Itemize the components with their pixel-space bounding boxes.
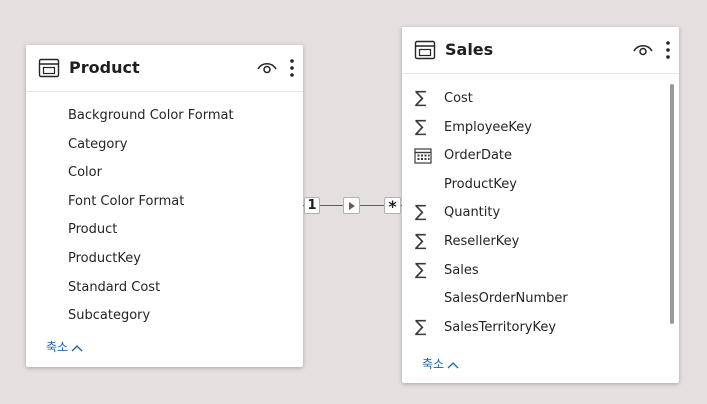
sigma-icon: ∑ <box>415 116 427 137</box>
field-row[interactable]: Background Color Format <box>26 103 291 129</box>
field-label: EmployeeKey <box>444 119 532 135</box>
product-collapse-link[interactable]: 축소 <box>46 339 83 355</box>
field-label: Font Color Format <box>68 193 185 209</box>
field-row[interactable]: Subcategory <box>26 303 291 329</box>
sales-collapse-link[interactable]: 축소 <box>422 356 459 372</box>
collapse-label: 축소 <box>422 357 445 371</box>
field-row[interactable]: ProductKey <box>402 172 667 198</box>
field-row[interactable]: Category <box>26 132 291 158</box>
field-row[interactable]: OrderDate <box>402 143 667 169</box>
field-label: Color <box>68 165 102 181</box>
field-label: SalesTerritoryKey <box>444 319 557 335</box>
table-title: Sales <box>445 40 494 59</box>
field-row[interactable]: ∑ Quantity <box>402 200 667 226</box>
more-options-icon[interactable] <box>290 58 294 78</box>
calendar-icon <box>414 148 432 164</box>
field-row[interactable]: Font Color Format <box>26 189 291 215</box>
field-row[interactable]: ∑ Cost <box>402 86 667 112</box>
field-label: OrderDate <box>444 148 513 164</box>
collapse-label: 축소 <box>46 340 69 354</box>
field-row[interactable]: ∑ ResellerKey <box>402 229 667 255</box>
table-title: Product <box>69 58 140 77</box>
visibility-eye-icon[interactable] <box>633 43 653 57</box>
sigma-icon: ∑ <box>415 259 427 280</box>
field-label: ResellerKey <box>444 234 520 249</box>
table-icon <box>38 58 60 78</box>
filter-direction-box[interactable] <box>343 197 360 214</box>
cardinality-one-label: 1 <box>307 198 317 213</box>
more-options-icon[interactable] <box>666 40 670 60</box>
sigma-icon: ∑ <box>415 202 427 223</box>
chevron-up-icon <box>71 344 83 351</box>
field-label: Quantity <box>444 205 501 221</box>
product-table-header[interactable]: Product <box>26 45 303 92</box>
sigma-icon: ∑ <box>415 316 427 337</box>
field-label: Standard Cost <box>68 279 161 295</box>
sales-table-header[interactable]: Sales <box>402 27 679 74</box>
filter-direction-arrow-icon <box>349 202 355 210</box>
field-label: SalesOrderNumber <box>444 291 568 307</box>
field-row[interactable]: ∑ SalesTerritoryKey <box>402 315 667 341</box>
sigma-icon: ∑ <box>415 88 427 108</box>
cardinality-many-box: * <box>384 197 401 216</box>
field-label: Cost <box>444 91 473 106</box>
field-row[interactable]: ∑ Sales <box>402 258 667 284</box>
field-row[interactable]: ∑ EmployeeKey <box>402 115 667 141</box>
scrollbar[interactable] <box>670 84 674 324</box>
field-row[interactable]: Product <box>26 217 291 243</box>
field-row[interactable]: Standard Cost <box>26 275 291 301</box>
sigma-icon: ∑ <box>415 231 427 251</box>
chevron-up-icon <box>447 361 459 368</box>
field-label: Category <box>68 136 128 152</box>
sales-table-card[interactable]: Sales ∑ Cost ∑ EmployeeKey OrderDate ProductK… <box>402 27 679 383</box>
field-row[interactable]: Color <box>26 160 291 186</box>
cardinality-one-box: 1 <box>304 197 320 214</box>
field-row[interactable]: ProductKey <box>26 246 291 272</box>
field-label: Subcategory <box>68 308 151 324</box>
field-label: Background Color Format <box>68 108 234 123</box>
field-row[interactable]: SalesOrderNumber <box>402 286 667 312</box>
field-label: ProductKey <box>68 251 141 266</box>
cardinality-many-label: * <box>388 197 397 216</box>
product-table-card[interactable]: Product Background Color Format Category C… <box>26 45 303 367</box>
field-label: Sales <box>444 262 479 278</box>
visibility-eye-icon[interactable] <box>257 61 277 75</box>
field-label: Product <box>68 222 118 238</box>
table-icon <box>414 40 436 60</box>
field-label: ProductKey <box>444 176 517 192</box>
